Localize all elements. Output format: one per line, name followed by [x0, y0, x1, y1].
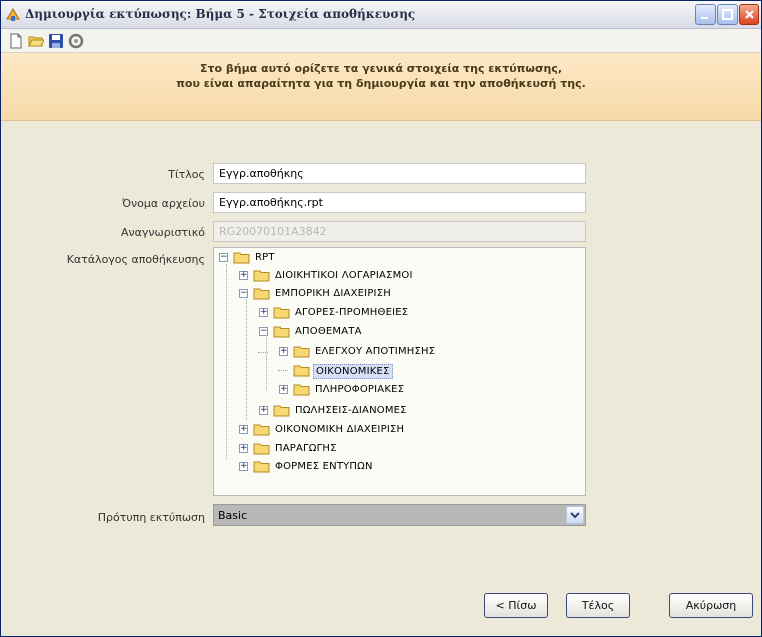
maximize-icon — [722, 9, 733, 20]
open-folder-icon[interactable] — [28, 33, 44, 49]
template-select[interactable]: Basic — [213, 504, 586, 526]
collapse-icon[interactable]: − — [219, 252, 228, 262]
tree-node-label: ΑΠΟΘΕΜΑΤΑ — [295, 326, 362, 337]
window-title: Δημιουργία εκτύπωσης: Βήμα 5 - Στοιχεία … — [25, 7, 416, 21]
filename-label: Όνομα αρχείου — [122, 197, 205, 210]
title-bar[interactable]: Δημιουργία εκτύπωσης: Βήμα 5 - Στοιχεία … — [1, 1, 761, 29]
tree-node-label: RPT — [255, 252, 275, 263]
dropdown-button[interactable] — [566, 506, 584, 524]
folder-icon — [253, 288, 270, 300]
template-label: Πρότυπη εκτύπωση — [97, 511, 205, 524]
minimize-button[interactable] — [695, 4, 716, 25]
wizard-window: Δημιουργία εκτύπωσης: Βήμα 5 - Στοιχεία … — [0, 0, 762, 637]
tree-node-label: ΑΓΟΡΕΣ-ΠΡΟΜΗΘΕΙΕΣ — [295, 307, 409, 318]
expand-icon[interactable]: + — [259, 405, 268, 415]
new-document-icon[interactable] — [8, 33, 24, 49]
folder-icon — [293, 346, 310, 358]
tree-node-label: ΕΛΕΓΧΟΥ ΑΠΟΤΙΜΗΣΗΣ — [315, 346, 436, 357]
title-label: Τίτλος — [168, 168, 205, 181]
folder-icon — [253, 461, 270, 473]
refresh-icon[interactable] — [68, 33, 84, 49]
cancel-button[interactable]: Ακύρωση — [669, 593, 753, 618]
expand-icon[interactable]: + — [239, 424, 248, 434]
app-icon — [6, 8, 20, 21]
folder-icon — [293, 365, 310, 377]
folder-tree[interactable]: − RPT + ΔΙΟΙΚΗΤΙΚΟΙ ΛΟΓΑΡΙΑΣΜΟΙ − ΕΜΠΟΡΙ… — [213, 247, 586, 496]
chevron-down-icon — [570, 512, 580, 519]
tree-node-label: ΕΜΠΟΡΙΚΗ ΔΙΑΧΕΙΡΙΣΗ — [275, 288, 391, 299]
tree-node-label: ΟΙΚΟΝΟΜΙΚΗ ΔΙΑΧΕΙΡΙΣΗ — [275, 424, 405, 435]
tree-node-label: ΔΙΟΙΚΗΤΙΚΟΙ ΛΟΓΑΡΙΑΣΜΟΙ — [275, 270, 413, 281]
folder-icon — [293, 384, 310, 396]
collapse-icon[interactable]: − — [259, 326, 268, 336]
tree-node-label: ΦΟΡΜΕΣ ΕΝΤΥΠΩΝ — [275, 461, 373, 472]
folder-icon — [253, 270, 270, 282]
tree-node-label: ΠΩΛΗΣΕΙΣ-ΔΙΑΝΟΜΕΣ — [295, 405, 407, 416]
identifier-input: RG20070101A3842 — [213, 221, 586, 242]
expand-icon[interactable]: + — [239, 270, 248, 280]
toolbar — [1, 29, 761, 53]
banner-line-1: Στο βήμα αυτό ορίζετε τα γενικά στοιχεία… — [199, 62, 563, 75]
folder-icon — [253, 424, 270, 436]
folder-icon — [253, 443, 270, 455]
identifier-label: Αναγνωριστικό — [120, 226, 205, 239]
tree-node-label: ΠΑΡΑΓΩΓΗΣ — [275, 443, 337, 454]
template-value: Basic — [218, 509, 248, 522]
back-button[interactable]: < Πίσω — [484, 593, 548, 618]
tree-node-label: ΠΛΗΡΟΦΟΡΙΑΚΕΣ — [315, 384, 405, 395]
finish-button[interactable]: Τέλος — [566, 593, 630, 618]
info-banner: Στο βήμα αυτό ορίζετε τα γενικά στοιχεία… — [1, 53, 761, 121]
banner-line-2: που είναι απαραίτητα για τη δημιουργία κ… — [176, 77, 586, 90]
maximize-button[interactable] — [717, 4, 738, 25]
folder-label: Κατάλογος αποθήκευσης — [66, 253, 205, 266]
folder-icon — [233, 252, 250, 264]
collapse-icon[interactable]: − — [239, 288, 248, 298]
expand-icon[interactable]: + — [279, 384, 288, 394]
expand-icon[interactable]: + — [279, 346, 288, 356]
tree-node-label: ΟΙΚΟΝΟΜΙΚΕΣ — [313, 364, 393, 379]
expand-icon[interactable]: + — [259, 307, 268, 317]
save-disk-icon[interactable] — [48, 33, 64, 49]
folder-icon — [273, 326, 290, 338]
filename-input[interactable]: Εγγρ.αποθήκης.rpt — [213, 192, 586, 213]
expand-icon[interactable]: + — [239, 461, 248, 471]
expand-icon[interactable]: + — [239, 443, 248, 453]
title-input[interactable]: Εγγρ.αποθήκης — [213, 163, 586, 184]
minimize-icon — [701, 17, 708, 19]
close-button[interactable] — [739, 4, 759, 25]
folder-icon — [273, 307, 290, 319]
close-icon — [745, 10, 754, 19]
folder-icon — [273, 405, 290, 417]
